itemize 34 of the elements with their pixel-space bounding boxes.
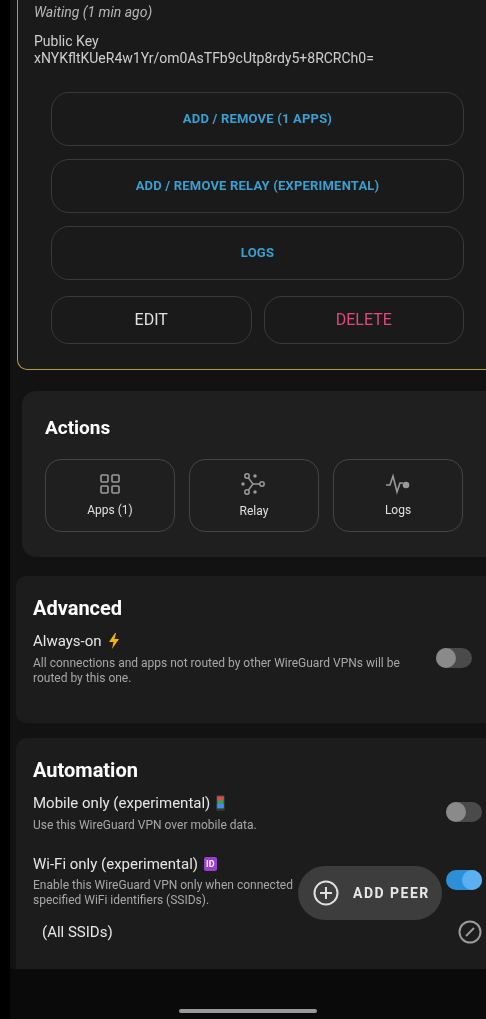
toggle-switch[interactable]: [436, 647, 472, 668]
toggle-switch[interactable]: [446, 870, 482, 891]
section-title: Advanced: [33, 596, 124, 620]
plus-circle-icon: [313, 880, 339, 906]
setting-description: Enable this WireGuard VPN only when connected: [33, 878, 293, 893]
action-tile[interactable]: Apps (1): [45, 459, 175, 532]
edit-icon[interactable]: [458, 920, 482, 944]
outlined-button[interactable]: ADD / REMOVE (1 APPS): [51, 92, 464, 146]
public-key: xNYKfltKUeR4w1Yr/om0AsTFb9cUtp8rdy5+8RCRCh0=: [34, 50, 468, 67]
pulse-icon: [385, 472, 411, 495]
ssid-list: (All SSIDs): [42, 920, 113, 944]
lightning-icon: [107, 633, 120, 650]
setting-title: Wi-Fi only (experimental): [33, 853, 199, 875]
outlined-button[interactable]: ADD / REMOVE RELAY (EXPERIMENTAL): [51, 159, 464, 213]
setting-description: specified WiFi identifiers (SSIDs).: [33, 893, 210, 908]
action-tile[interactable]: Logs: [333, 459, 463, 532]
action-tile[interactable]: Relay: [189, 459, 319, 532]
add-peer-button[interactable]: ADD PEER: [298, 866, 442, 920]
section-title: Actions: [45, 417, 112, 439]
delete-button[interactable]: DELETE: [263, 296, 464, 344]
setting-description: All connections and apps not routed by other WireGuard VPNs will be routed by this one.: [33, 655, 401, 686]
outlined-button[interactable]: LOGS: [51, 226, 464, 280]
toggle-switch[interactable]: [446, 802, 482, 823]
section-title: Automation: [33, 758, 139, 782]
setting-title: Always-on: [33, 631, 102, 652]
id-badge: ID: [204, 856, 217, 871]
setting-title: Mobile only (experimental): [33, 793, 211, 814]
setting-description: Use this WireGuard VPN over mobile data.: [33, 817, 257, 833]
edit-button[interactable]: EDIT: [51, 296, 252, 344]
peer-status: Waiting (1 min ago): [34, 3, 154, 23]
grid-icon: [99, 472, 121, 495]
network-nodes-icon: [241, 471, 267, 496]
phone-icon: [216, 795, 226, 812]
public-key-label: Public Key: [34, 33, 100, 50]
